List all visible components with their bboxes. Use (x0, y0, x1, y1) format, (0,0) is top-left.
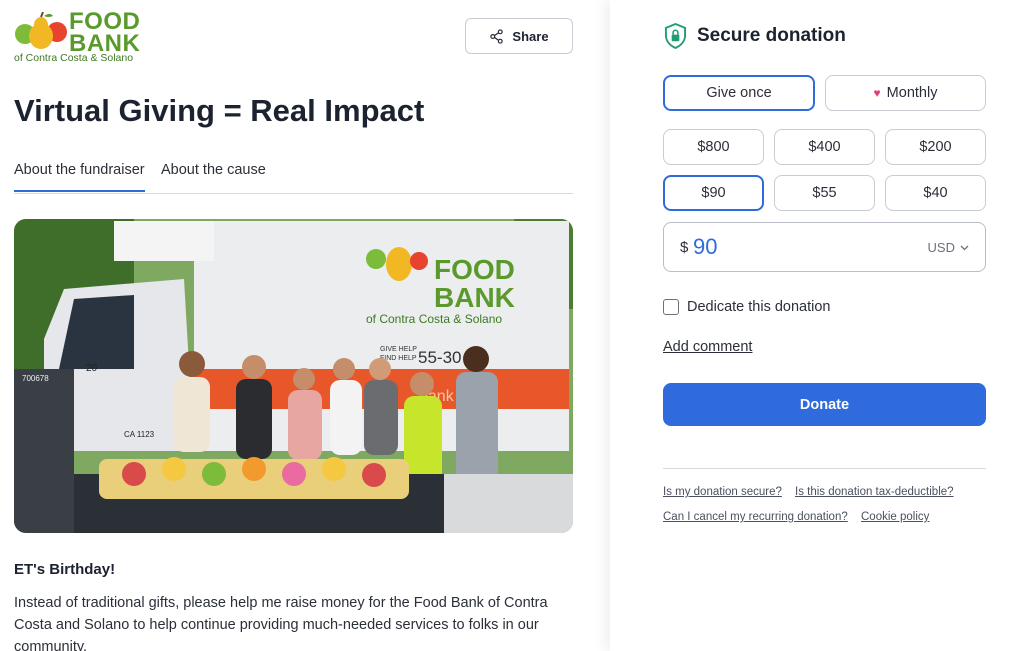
give-once-label: Give once (706, 85, 772, 101)
currency-select[interactable]: USD (928, 240, 969, 255)
fundraiser-panel: FOOD BANK of Contra Costa & Solano Share… (0, 0, 610, 651)
fundraiser-photo: FOOD BANK of Contra Costa & Solano GIVE … (14, 219, 573, 533)
dedicate-checkbox[interactable] (663, 299, 679, 315)
truck-logo-bank: BANK (434, 282, 515, 313)
currency-code: USD (927, 240, 955, 255)
amount-option-800[interactable]: $800 (663, 129, 764, 165)
donate-button[interactable]: Donate (663, 383, 986, 426)
share-icon (490, 28, 504, 44)
truck-logo-sub: of Contra Costa & Solano (366, 312, 502, 326)
amount-value[interactable]: 90 (693, 234, 717, 260)
truck-logo-food: FOOD (434, 254, 515, 285)
shield-lock-icon (664, 23, 687, 49)
faq-link-cookie-policy[interactable]: Cookie policy (861, 511, 929, 523)
fundraiser-description: Instead of traditional gifts, please hel… (14, 595, 548, 651)
page-title: Virtual Giving = Real Impact (14, 93, 425, 128)
truck-plate: CA 1123 (124, 430, 155, 439)
share-button[interactable]: Share (465, 18, 573, 54)
donate-button-label: Donate (799, 396, 850, 413)
secure-donation-label: Secure donation (697, 25, 846, 46)
amount-option-90[interactable]: $90 (663, 175, 764, 211)
currency-symbol: $ (680, 239, 689, 256)
tab-bar: About the fundraiser About the cause (14, 160, 573, 194)
amount-option-200[interactable]: $200 (885, 129, 986, 165)
divider (663, 468, 986, 469)
amount-option-55[interactable]: $55 (774, 175, 875, 211)
donation-panel: Secure donation Give once ♥ Monthly $800… (610, 0, 1024, 651)
fundraiser-subtitle: ET's Birthday! (14, 561, 116, 578)
amount-option-400[interactable]: $400 (774, 129, 875, 165)
fruit-logo-icon (15, 12, 67, 49)
faq-link-secure[interactable]: Is my donation secure? (663, 486, 782, 498)
amount-option-40[interactable]: $40 (885, 175, 986, 211)
tab-about-fundraiser[interactable]: About the fundraiser (14, 162, 145, 192)
truck-tagline-1: GIVE HELP (380, 346, 417, 353)
food-bank-logo[interactable]: FOOD BANK of Contra Costa & Solano (13, 10, 158, 65)
give-once-button[interactable]: Give once (663, 75, 815, 111)
faq-link-cancel-recurring[interactable]: Can I cancel my recurring donation? (663, 511, 848, 523)
heart-icon: ♥ (873, 86, 881, 100)
truck-id: 20 (86, 363, 98, 374)
monthly-button[interactable]: ♥ Monthly (825, 75, 986, 111)
dedicate-label: Dedicate this donation (687, 299, 831, 315)
share-button-label: Share (512, 28, 549, 44)
dedicate-donation[interactable]: Dedicate this donation (663, 299, 831, 315)
tab-about-cause[interactable]: About the cause (161, 162, 266, 190)
amount-input[interactable]: $ 90 USD (663, 222, 986, 272)
faq-link-tax-deductible[interactable]: Is this donation tax-deductible? (795, 486, 954, 498)
logo-subtitle: of Contra Costa & Solano (14, 52, 134, 64)
truck-number: 700678 (22, 374, 49, 383)
chevron-down-icon (960, 245, 969, 250)
add-comment-link[interactable]: Add comment (663, 339, 752, 355)
secure-donation-heading: Secure donation (664, 23, 846, 49)
monthly-label: Monthly (886, 85, 938, 101)
